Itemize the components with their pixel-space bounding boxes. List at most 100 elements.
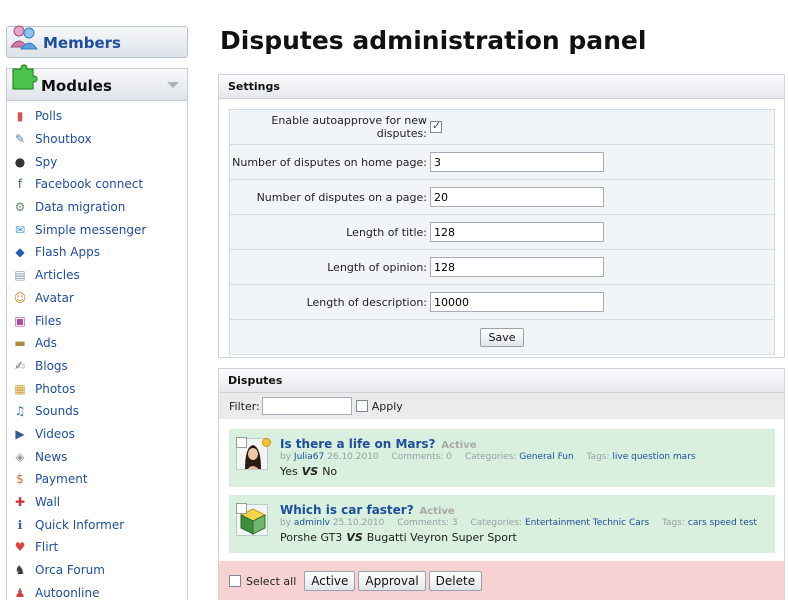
- dispute-checkbox[interactable]: [236, 503, 247, 514]
- sidebar-item-quick-informer[interactable]: ℹ Quick Informer: [7, 513, 187, 536]
- tag-link[interactable]: question: [631, 452, 670, 462]
- sidebar-item-simple-messenger[interactable]: ✉ Simple messenger: [7, 218, 187, 241]
- payment-icon: $: [16, 472, 24, 487]
- filter-bar: Filter: Apply: [219, 393, 784, 419]
- sidebar-item-label[interactable]: Avatar: [35, 291, 74, 305]
- opinion-length-input[interactable]: [430, 257, 604, 277]
- sidebar-item-label[interactable]: Shoutbox: [35, 132, 92, 146]
- sidebar-item-photos[interactable]: ▦ Photos: [7, 377, 187, 400]
- filter-label: Filter:: [229, 399, 260, 413]
- dispute-meta: by Julia67 26.10.2010 Comments: 0 Catego…: [280, 452, 696, 462]
- sidebar-item-label[interactable]: Payment: [35, 472, 88, 486]
- sidebar-item-ads[interactable]: ▬ Ads: [7, 332, 187, 355]
- sidebar-item-spy[interactable]: ● Spy: [7, 150, 187, 173]
- shoutbox-icon: ✎: [14, 132, 26, 147]
- save-row: Save: [230, 320, 774, 354]
- sidebar-item-label[interactable]: Simple messenger: [35, 223, 146, 237]
- sidebar-item-label[interactable]: Flash Apps: [35, 245, 100, 259]
- sidebar-item-shoutbox[interactable]: ✎ Shoutbox: [7, 128, 187, 151]
- sidebar-item-label[interactable]: Blogs: [35, 359, 68, 373]
- sidebar-item-label[interactable]: Wall: [35, 495, 60, 509]
- sidebar-item-videos[interactable]: ▶ Videos: [7, 423, 187, 446]
- sidebar-item-articles[interactable]: ▤ Articles: [7, 264, 187, 287]
- sidebar-item-sounds[interactable]: ♫ Sounds: [7, 400, 187, 423]
- author-link[interactable]: Julia67: [294, 452, 324, 462]
- apply-checkbox[interactable]: [355, 400, 368, 412]
- option-b: No: [322, 465, 338, 478]
- category-link[interactable]: Cars: [629, 518, 649, 528]
- sidebar-item-label[interactable]: Spy: [35, 155, 57, 169]
- approval-button[interactable]: Approval: [358, 571, 426, 591]
- dispute-versus: Yes VS No: [280, 465, 337, 478]
- sidebar-item-files[interactable]: ▣ Files: [7, 309, 187, 332]
- description-length-input[interactable]: [430, 292, 604, 312]
- sidebar-item-payment[interactable]: $ Payment: [7, 468, 187, 491]
- sidebar-item-data-migration[interactable]: ⚙ Data migration: [7, 196, 187, 219]
- tag-link[interactable]: mars: [673, 452, 696, 462]
- sidebar-item-wall[interactable]: ✚ Wall: [7, 491, 187, 514]
- page-count-row: Number of disputes on a page:: [230, 180, 774, 215]
- active-button[interactable]: Active: [304, 571, 356, 591]
- sidebar-item-label[interactable]: Ads: [35, 336, 57, 350]
- filter-input[interactable]: [261, 397, 352, 415]
- title-length-input[interactable]: [430, 222, 604, 242]
- sidebar-item-avatar[interactable]: ☺ Avatar: [7, 287, 187, 310]
- category-link[interactable]: General: [519, 452, 554, 462]
- dispute-title-link[interactable]: Is there a life on Mars?: [280, 437, 436, 451]
- option-b: Bugatti Veyron Super Sport: [366, 531, 517, 544]
- dispute-versus: Porshe GT3 VS Bugatti Veyron Super Sport: [280, 531, 517, 544]
- sidebar-item-label[interactable]: Articles: [35, 268, 80, 282]
- sidebar-item-label[interactable]: Videos: [35, 427, 75, 441]
- page-count-input[interactable]: [430, 187, 604, 207]
- select-all-checkbox[interactable]: [229, 575, 241, 587]
- dispute-status: Active: [419, 506, 455, 517]
- sidebar-item-label[interactable]: Photos: [35, 382, 75, 396]
- tag-link[interactable]: cars: [688, 518, 707, 528]
- author-link[interactable]: adminlv: [294, 518, 330, 528]
- delete-button[interactable]: Delete: [428, 571, 483, 591]
- sidebar-item-label[interactable]: Orca Forum: [35, 563, 105, 577]
- vs-label: VS: [301, 465, 319, 478]
- tag-link[interactable]: live: [612, 452, 628, 462]
- modules-header[interactable]: Modules: [7, 64, 187, 101]
- sidebar-item-label[interactable]: Files: [35, 314, 61, 328]
- autoapprove-label: Enable autoapprove for new disputes:: [271, 114, 427, 140]
- sidebar-item-label[interactable]: Facebook connect: [35, 177, 143, 191]
- category-link[interactable]: Technic: [593, 518, 626, 528]
- dispute-checkbox[interactable]: [236, 437, 247, 448]
- sounds-icon: ♫: [14, 404, 26, 419]
- sidebar-item-label[interactable]: Polls: [35, 109, 62, 123]
- autoapprove-checkbox[interactable]: [430, 119, 442, 133]
- members-label[interactable]: Members: [43, 34, 121, 52]
- sidebar-item-flirt[interactable]: ♥ Flirt: [7, 536, 187, 559]
- tag-link[interactable]: speed test: [710, 518, 757, 528]
- category-link[interactable]: Fun: [558, 452, 574, 462]
- sidebar-item-facebook-connect[interactable]: f Facebook connect: [7, 173, 187, 196]
- polls-icon: ▮: [16, 109, 24, 124]
- puzzle-icon: [12, 64, 38, 90]
- sidebar-item-flash-apps[interactable]: ◆ Flash Apps: [7, 241, 187, 264]
- forum-icon: ♞: [14, 563, 26, 578]
- sidebar-item-label[interactable]: News: [35, 450, 67, 464]
- sidebar-item-label[interactable]: Data migration: [35, 200, 125, 214]
- dispute-title-link[interactable]: Which is car faster?: [280, 503, 414, 517]
- sidebar-item-blogs[interactable]: ✍ Blogs: [7, 355, 187, 378]
- select-all-label[interactable]: Select all: [246, 575, 296, 588]
- sidebar-item-orca-forum[interactable]: ♞ Orca Forum: [7, 559, 187, 582]
- home-count-input[interactable]: [430, 152, 604, 172]
- chevron-down-icon[interactable]: [167, 82, 179, 88]
- sidebar-item-label[interactable]: Autoonline: [35, 586, 99, 600]
- members-box[interactable]: Members: [6, 25, 188, 58]
- info-icon: ℹ: [17, 517, 23, 532]
- sidebar-item-polls[interactable]: ▮ Polls: [7, 105, 187, 128]
- sidebar-item-autoonline[interactable]: ♟ Autoonline: [7, 581, 187, 600]
- category-link[interactable]: Entertainment: [525, 518, 590, 528]
- sidebar: Members Modules ▮ Polls ✎ Shoutbox ● Spy f Face…: [6, 25, 188, 600]
- apply-label[interactable]: Apply: [372, 400, 403, 413]
- sidebar-item-label[interactable]: Flirt: [35, 540, 58, 554]
- tags-label: Tags:: [586, 452, 610, 462]
- sidebar-item-news[interactable]: ◈ News: [7, 445, 187, 468]
- save-button[interactable]: Save: [480, 327, 524, 347]
- sidebar-item-label[interactable]: Sounds: [35, 404, 79, 418]
- sidebar-item-label[interactable]: Quick Informer: [35, 518, 124, 532]
